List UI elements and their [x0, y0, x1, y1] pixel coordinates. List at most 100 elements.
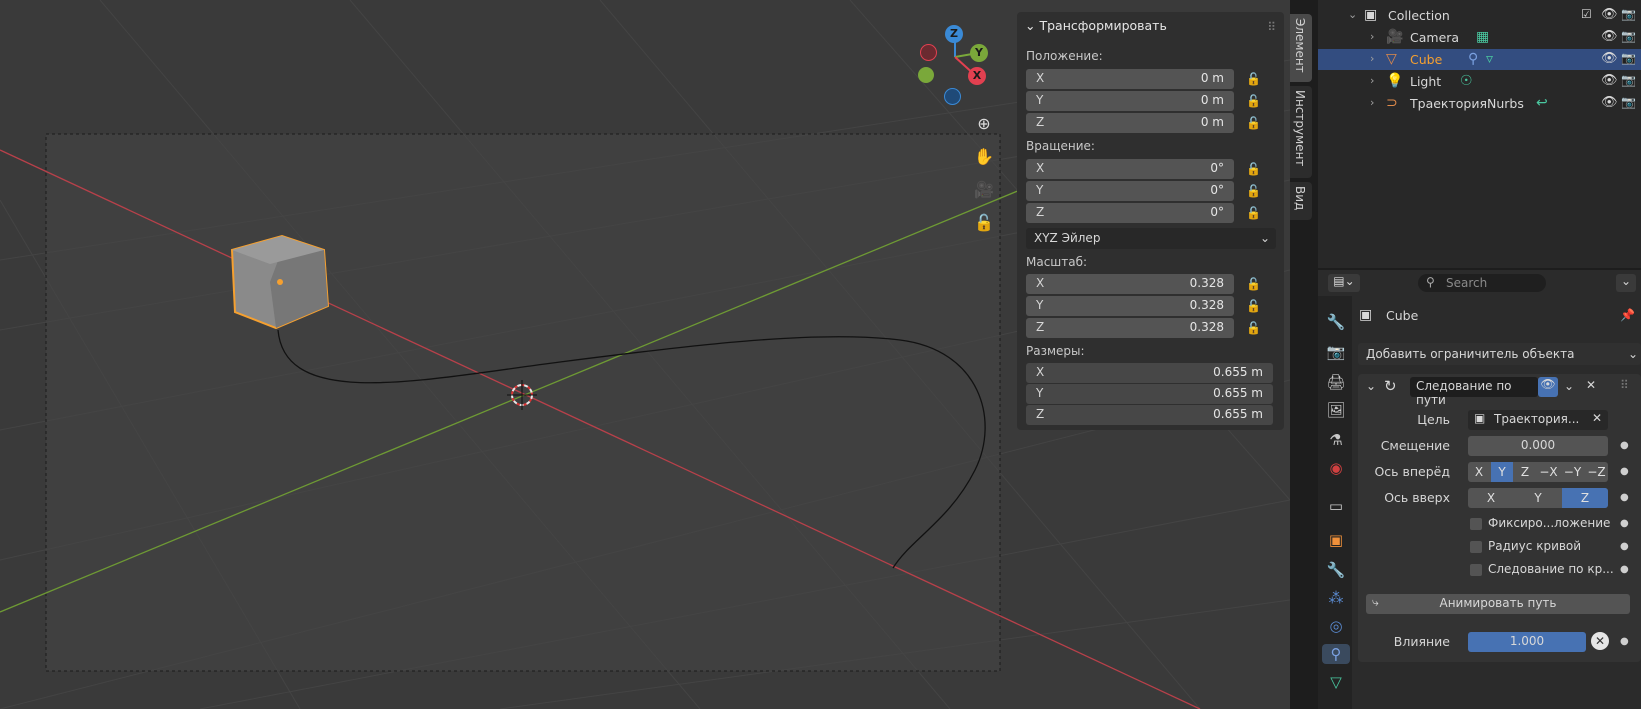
lock-icon[interactable]: 🔓 [1246, 72, 1262, 86]
drag-handle-icon[interactable]: ⠿ [1267, 20, 1276, 34]
tool-tab-icon[interactable]: 🔧 [1326, 312, 1346, 332]
particles-tab-icon[interactable]: ⁂ [1326, 588, 1346, 608]
offset-field[interactable]: 0.000 [1468, 436, 1608, 456]
up-axis-y[interactable]: Y [1515, 488, 1561, 508]
lock-icon[interactable]: 🔓 [1246, 206, 1262, 220]
eye-icon[interactable]: 👁 [1538, 377, 1558, 397]
forward-axis-neg-x[interactable]: −X [1537, 462, 1560, 482]
pin-icon[interactable]: 📌 [1620, 308, 1635, 322]
eye-icon[interactable]: 👁 [1601, 29, 1618, 44]
scale-y-field[interactable]: Y 0.328 [1026, 296, 1234, 316]
camera-render-icon[interactable]: 📷 [1621, 73, 1636, 87]
clear-icon[interactable]: ✕ [1592, 411, 1602, 425]
pan-hand-icon[interactable]: ✋ [970, 143, 998, 171]
keyframe-dot-icon[interactable]: ● [1620, 492, 1629, 503]
rotation-mode-select[interactable]: XYZ Эйлер ⌄ [1026, 228, 1276, 249]
dimensions-y-field[interactable]: Y 0.655 m [1026, 384, 1273, 404]
target-field[interactable]: ▣ Траектория... ✕ [1468, 410, 1608, 430]
outliner-row-path[interactable]: › ⊃ ТраекторияNurbs ↩ 👁 📷 [1318, 93, 1641, 114]
gizmo-x-axis[interactable]: X [968, 67, 986, 85]
lock-icon[interactable]: 🔓 [1246, 277, 1262, 291]
rotation-x-field[interactable]: X 0° [1026, 159, 1234, 179]
modifier-tab-icon[interactable]: 🔧 [1326, 560, 1346, 580]
animate-path-button[interactable]: ⤷ Анимировать путь [1366, 594, 1630, 614]
gizmo-neg-x-axis[interactable] [920, 44, 937, 61]
keyframe-dot-icon[interactable]: ● [1620, 564, 1629, 575]
scale-z-field[interactable]: Z 0.328 [1026, 318, 1234, 338]
follow-curve-checkbox[interactable] [1470, 564, 1482, 576]
keyframe-dot-icon[interactable]: ● [1620, 636, 1629, 647]
gizmo-neg-z-axis[interactable] [944, 88, 961, 105]
checkbox-icon[interactable]: ☑ [1581, 7, 1592, 21]
search-input[interactable]: ⚲ Search [1418, 274, 1546, 292]
outliner-row-collection[interactable]: ⌄ ▣ Collection ☑ 👁 📷 [1318, 5, 1641, 26]
chevron-down-icon[interactable]: ⌄ [1366, 379, 1376, 393]
outliner-row-camera[interactable]: › 🎥 Camera ▦ 👁 📷 [1318, 27, 1641, 48]
up-axis-selector[interactable]: X Y Z [1468, 488, 1608, 508]
output-tab-icon[interactable]: 🖨 [1326, 372, 1346, 392]
object-tab-icon[interactable]: ▣ [1326, 530, 1346, 550]
forward-axis-neg-y[interactable]: −Y [1561, 462, 1584, 482]
up-axis-x[interactable]: X [1468, 488, 1514, 508]
fixed-position-checkbox[interactable] [1470, 518, 1482, 530]
outliner-row-light[interactable]: › 💡 Light ☉ 👁 📷 [1318, 71, 1641, 92]
rotation-y-field[interactable]: Y 0° [1026, 181, 1234, 201]
gizmo-neg-y-axis[interactable] [918, 67, 934, 83]
lock-icon[interactable]: 🔓 [1246, 321, 1262, 335]
camera-render-icon[interactable]: 📷 [1621, 51, 1636, 65]
keyframe-dot-icon[interactable]: ● [1620, 518, 1629, 529]
lock-icon[interactable]: 🔓 [1246, 162, 1262, 176]
lock-icon[interactable]: 🔓 [1246, 94, 1262, 108]
camera-render-icon[interactable]: 📷 [1621, 95, 1636, 109]
outliner-row-cube[interactable]: › ▽ Cube ⚲ ▿ 👁 📷 [1318, 49, 1641, 70]
editor-type-icon[interactable]: ▤⌄ [1328, 274, 1360, 292]
close-icon[interactable]: ✕ [1586, 378, 1596, 392]
location-z-field[interactable]: Z 0 m [1026, 113, 1234, 133]
forward-axis-neg-z[interactable]: −Z [1585, 462, 1608, 482]
transform-panel-header[interactable]: ⌄ Трансформировать [1025, 18, 1167, 33]
lock-icon[interactable]: 🔓 [1246, 116, 1262, 130]
constraint-name-field[interactable]: Следование по пути [1410, 377, 1538, 407]
disable-keep-transform-icon[interactable]: ✕ [1591, 632, 1609, 650]
eye-icon[interactable]: 👁 [1601, 95, 1618, 110]
lock-icon[interactable]: 🔓 [1246, 299, 1262, 313]
up-axis-z[interactable]: Z [1562, 488, 1608, 508]
scale-x-field[interactable]: X 0.328 [1026, 274, 1234, 294]
location-y-field[interactable]: Y 0 m [1026, 91, 1234, 111]
camera-render-icon[interactable]: 📷 [1621, 7, 1636, 21]
keyframe-dot-icon[interactable]: ● [1620, 541, 1629, 552]
location-x-field[interactable]: X 0 m [1026, 69, 1234, 89]
tab-view[interactable]: Вид [1290, 182, 1312, 220]
zoom-icon[interactable]: ⊕ [970, 110, 998, 138]
forward-axis-y[interactable]: Y [1491, 462, 1513, 482]
chevron-right-icon[interactable]: › [1370, 30, 1374, 43]
drag-handle-icon[interactable]: ⠿ [1620, 378, 1629, 392]
gizmo-z-axis[interactable]: Z [945, 25, 963, 43]
tab-item[interactable]: Элемент [1290, 14, 1312, 82]
forward-axis-x[interactable]: X [1468, 462, 1490, 482]
chevron-down-icon[interactable]: ⌄ [1564, 379, 1574, 393]
physics-tab-icon[interactable]: ◎ [1326, 616, 1346, 636]
eye-icon[interactable]: 👁 [1601, 73, 1618, 88]
curve-radius-checkbox[interactable] [1470, 541, 1482, 553]
camera-render-icon[interactable]: 📷 [1621, 29, 1636, 43]
chevron-right-icon[interactable]: › [1370, 52, 1374, 65]
tab-tool[interactable]: Инструмент [1290, 86, 1312, 178]
eye-icon[interactable]: 👁 [1601, 51, 1618, 66]
chevron-down-icon[interactable]: ⌄ [1348, 8, 1357, 21]
influence-slider[interactable]: 1.000 [1468, 632, 1586, 652]
chevron-right-icon[interactable]: › [1370, 74, 1374, 87]
dimensions-z-field[interactable]: Z 0.655 m [1026, 405, 1273, 425]
forward-axis-z[interactable]: Z [1514, 462, 1536, 482]
camera-view-icon[interactable]: 🎥 [970, 176, 998, 204]
eye-icon[interactable]: 👁 [1601, 7, 1618, 22]
keyframe-dot-icon[interactable]: ● [1620, 466, 1629, 477]
chevron-right-icon[interactable]: › [1370, 96, 1374, 109]
rotation-z-field[interactable]: Z 0° [1026, 203, 1234, 223]
add-constraint-dropdown[interactable]: Добавить ограничитель объекта ⌄ [1358, 343, 1641, 365]
gizmo-y-axis[interactable]: Y [970, 44, 988, 62]
keyframe-dot-icon[interactable]: ● [1620, 440, 1629, 451]
dimensions-x-field[interactable]: X 0.655 m [1026, 363, 1273, 383]
lock-camera-icon[interactable]: 🔓 [970, 209, 998, 237]
data-tab-icon[interactable]: ▽ [1326, 672, 1346, 692]
